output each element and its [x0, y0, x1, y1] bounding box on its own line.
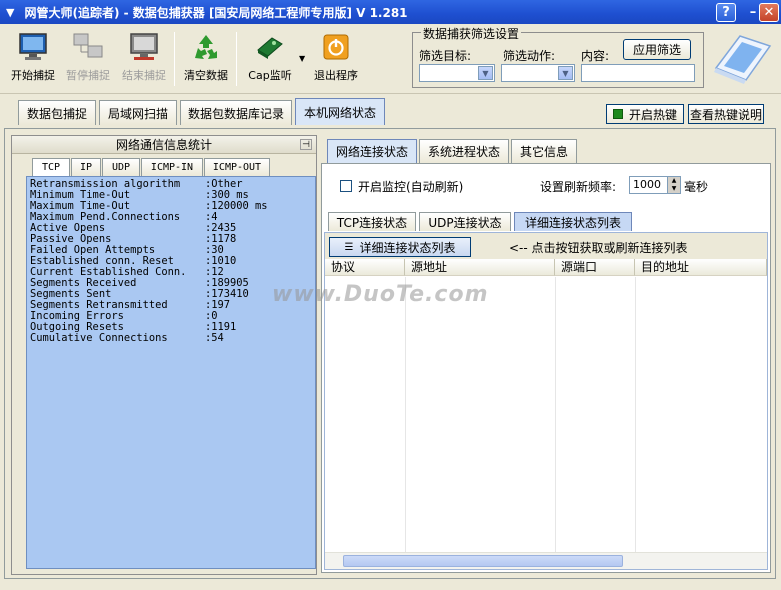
start-capture-label: 开始捕捉	[11, 69, 55, 82]
tab-tcp-connections[interactable]: TCP连接状态	[328, 212, 416, 231]
exit-program-button[interactable]: 退出程序	[310, 32, 362, 83]
auto-refresh-label: 开启监控(自动刷新)	[358, 180, 464, 194]
col-protocol[interactable]: 协议	[325, 259, 405, 276]
tab-udp-connections[interactable]: UDP连接状态	[419, 212, 511, 231]
filter-group: 数据捕获筛选设置 筛选目标: 筛选动作: 内容: ▼ ▼ 应用筛选	[412, 25, 704, 88]
pin-icon[interactable]: ⊣	[300, 139, 312, 150]
scrollbar-thumb[interactable]	[343, 555, 623, 567]
exit-program-label: 退出程序	[314, 69, 358, 82]
tab-icmp-in[interactable]: ICMP-IN	[141, 158, 203, 176]
tab-other-info[interactable]: 其它信息	[511, 139, 577, 163]
watermark-text: www.DuoTe.com	[272, 282, 489, 307]
pause-capture-button[interactable]: 暂停捕捉	[62, 32, 114, 83]
network-pause-icon	[71, 32, 105, 62]
hotkey-help-button[interactable]: 查看热键说明	[688, 104, 764, 124]
grid-line	[635, 277, 636, 553]
window-title: 网管大师(追踪者) - 数据包捕获器 [国安局网络工程师专用版] V 1.281	[24, 5, 408, 20]
tab-packet-capture[interactable]: 数据包捕捉	[18, 100, 96, 125]
chevron-down-icon[interactable]: ▼	[558, 66, 573, 80]
power-icon	[319, 32, 353, 62]
cap-listen-dropdown-icon[interactable]: ▼	[299, 54, 305, 63]
tab-network-connections[interactable]: 网络连接状态	[327, 139, 417, 163]
green-square-icon	[612, 109, 623, 119]
tab-detailed-connections[interactable]: 详细连接状态列表	[514, 212, 632, 231]
help-button[interactable]: ?	[716, 3, 736, 22]
app-logo	[710, 28, 774, 88]
tcp-stats-list: Retransmission algorithm:Other Minimum T…	[26, 176, 316, 569]
col-source-address[interactable]: 源地址	[405, 259, 555, 276]
refresh-rate-label: 设置刷新频率:	[540, 180, 617, 194]
pause-capture-label: 暂停捕捉	[66, 69, 110, 82]
cap-listen-icon	[253, 32, 287, 62]
title-bar: ▼ 网管大师(追踪者) - 数据包捕获器 [国安局网络工程师专用版] V 1.2…	[0, 0, 781, 24]
list-toolbar: ☰ 详细连接状态列表 <-- 点击按钮获取或刷新连接列表	[325, 233, 767, 259]
content-area: 网络通信信息统计 ⊣ TCP IP UDP ICMP-IN ICMP-OUT R…	[4, 128, 776, 579]
list-hint: <-- 点击按钮获取或刷新连接列表	[509, 241, 688, 255]
stat-row: Cumulative Connections:54	[30, 332, 224, 344]
tab-lan-scan[interactable]: 局域网扫描	[99, 100, 177, 125]
stop-capture-label: 结束捕捉	[122, 69, 166, 82]
tab-icmp-out[interactable]: ICMP-OUT	[204, 158, 270, 176]
filter-legend: 数据捕获筛选设置	[421, 25, 522, 42]
tab-local-network-status[interactable]: 本机网络状态	[295, 98, 385, 125]
filter-action-select[interactable]: ▼	[501, 64, 575, 82]
panel-title: 网络通信信息统计 ⊣	[12, 136, 316, 154]
clear-data-label: 清空数据	[184, 69, 228, 82]
chevron-down-icon[interactable]: ▼	[478, 66, 493, 80]
horizontal-scrollbar[interactable]	[325, 552, 767, 569]
monitor-capture-icon	[16, 32, 50, 62]
enable-hotkey-label: 开启热键	[628, 107, 677, 122]
grid-line	[405, 277, 406, 553]
connection-tab-body: 开启监控(自动刷新) 设置刷新频率: 1000 ▲ ▼ 毫秒 TCP连接状态 UD…	[321, 163, 771, 573]
refresh-unit-label: 毫秒	[684, 180, 709, 194]
enable-hotkey-button[interactable]: 开启热键	[606, 104, 684, 124]
main-tabs: 数据包捕捉 局域网扫描 数据包数据库记录 本机网络状态 开启热键 查看热键说明	[0, 96, 781, 130]
app-icon: ▼	[6, 5, 15, 19]
cap-listen-label: Cap监听	[248, 69, 292, 82]
grid-line	[555, 277, 556, 553]
start-capture-button[interactable]: 开始捕捉	[8, 32, 58, 83]
filter-action-label: 筛选动作:	[503, 49, 556, 63]
col-source-port[interactable]: 源端口	[555, 259, 635, 276]
tab-ip[interactable]: IP	[71, 158, 101, 176]
tab-tcp[interactable]: TCP	[32, 158, 70, 176]
filter-content-input[interactable]	[581, 64, 695, 82]
auto-refresh-checkbox[interactable]	[340, 180, 352, 192]
filter-content-label: 内容:	[581, 49, 610, 63]
col-dest-address[interactable]: 目的地址	[635, 259, 767, 276]
tab-packet-db-records[interactable]: 数据包数据库记录	[180, 100, 292, 125]
refresh-rate-input[interactable]: 1000 ▲ ▼	[629, 176, 681, 194]
filter-target-select[interactable]: ▼	[419, 64, 495, 82]
toolbar-separator	[236, 32, 237, 86]
spin-updown-icon[interactable]: ▲ ▼	[667, 177, 680, 193]
tab-udp[interactable]: UDP	[102, 158, 140, 176]
close-button[interactable]: ✕	[759, 3, 779, 22]
stop-capture-button[interactable]: 结束捕捉	[118, 32, 170, 83]
recycle-icon	[189, 32, 223, 62]
cap-listen-button[interactable]: Cap监听	[244, 32, 296, 83]
clear-data-button[interactable]: 清空数据	[180, 32, 232, 83]
apply-filter-button[interactable]: 应用筛选	[623, 39, 691, 60]
status-bar	[0, 580, 781, 590]
toolbar: 开始捕捉 暂停捕捉 结束捕捉 清空数据 Cap监听 ▼ 退出程序 数据捕获筛选设…	[0, 24, 781, 94]
toolbar-separator	[174, 32, 175, 86]
network-stats-panel: 网络通信信息统计 ⊣ TCP IP UDP ICMP-IN ICMP-OUT R…	[11, 135, 317, 575]
filter-target-label: 筛选目标:	[419, 49, 472, 63]
refresh-connection-list-button[interactable]: ☰ 详细连接状态列表	[329, 237, 471, 257]
tab-system-processes[interactable]: 系统进程状态	[419, 139, 509, 163]
list-icon: ☰	[344, 241, 354, 253]
connection-status-panel: 网络连接状态 系统进程状态 其它信息 开启监控(自动刷新) 设置刷新频率: 10…	[321, 135, 773, 575]
monitor-stop-icon	[127, 32, 161, 62]
